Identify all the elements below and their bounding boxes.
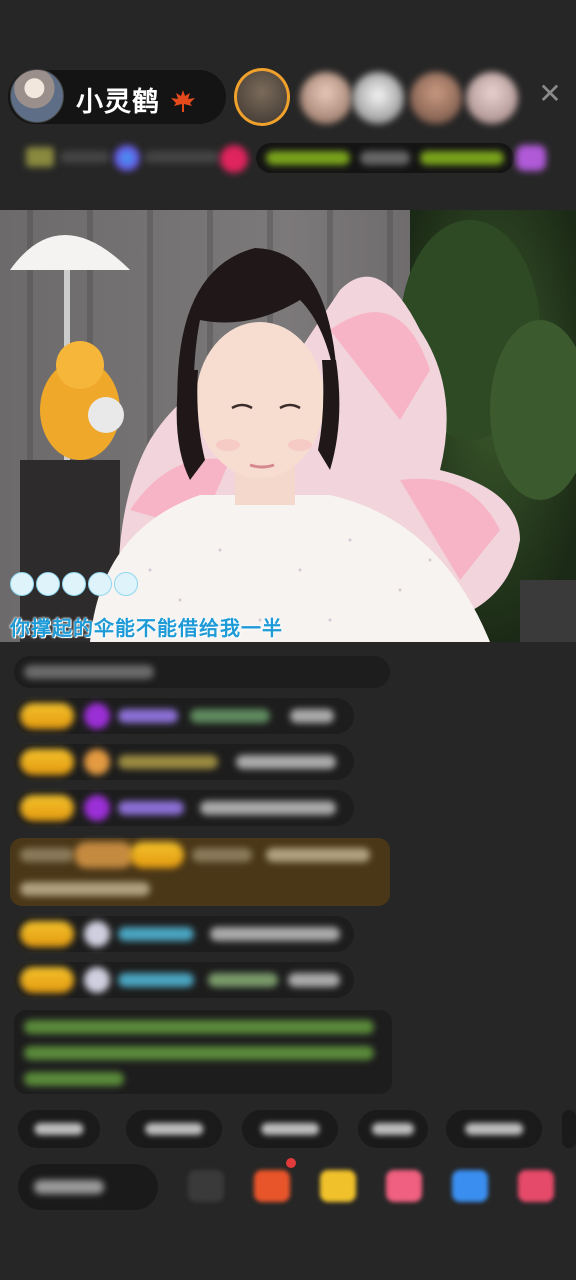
quick-reply-chip[interactable] [446,1110,542,1148]
gem-icon [84,703,110,729]
close-icon[interactable]: ✕ [536,80,564,108]
level-badge [20,749,74,775]
rank-tags-row[interactable] [18,143,566,173]
quick-reply-chip[interactable] [18,1110,100,1148]
chat-message[interactable] [14,962,354,998]
lyric-dot [36,572,60,596]
emoji-icon[interactable] [188,1170,224,1202]
top-viewer-3[interactable] [352,72,404,124]
fan-club-tag[interactable] [256,143,514,173]
quick-reply-chip[interactable] [242,1110,338,1148]
chat-message[interactable] [14,916,354,952]
level-badge [20,795,74,821]
gift-box-icon[interactable] [320,1170,356,1202]
hot-icon [220,145,248,173]
maple-leaf-icon [171,90,196,112]
quick-reply-chip[interactable] [126,1110,222,1148]
lyric-dot [62,572,86,596]
chat-message[interactable] [14,744,354,780]
host-avatar[interactable] [10,69,64,123]
lyric-dot [114,572,138,596]
more-gifts-icon[interactable] [518,1170,554,1202]
chat-message[interactable] [14,790,354,826]
quick-reply-chip[interactable] [358,1110,428,1148]
level-badge [20,703,74,729]
avatar [84,967,110,993]
top-viewer-1[interactable] [234,68,290,126]
comment-input[interactable] [18,1164,158,1210]
avatar [84,921,110,947]
lyric-progress-dots [10,572,140,600]
gem-icon[interactable] [516,145,546,171]
host-name-text: 小灵鹤 [76,87,160,118]
system-notice [14,1010,392,1094]
avatar [84,749,110,775]
lyric-dot [88,572,112,596]
top-viewer-4[interactable] [410,72,462,124]
lyric-line: 你撑起的伞能不能借给我一半 [10,616,283,640]
top-viewer-2[interactable] [300,72,352,124]
chat-message[interactable] [14,698,354,734]
shop-icon[interactable] [254,1170,290,1202]
rank-badge[interactable] [26,147,54,167]
quick-reply-chip[interactable] [562,1110,576,1148]
level-badge [20,967,74,993]
top-viewer-5[interactable] [466,72,518,124]
gift-icon[interactable] [386,1170,422,1202]
chat-system-message [14,656,390,688]
lyric-dot [10,572,34,596]
game-icon[interactable] [452,1170,488,1202]
gift-notification[interactable] [10,838,390,906]
rank-icon [114,145,140,171]
gem-icon [84,795,110,821]
level-badge [20,921,74,947]
notification-dot [286,1158,296,1168]
host-name[interactable]: 小灵鹤 [76,80,196,119]
